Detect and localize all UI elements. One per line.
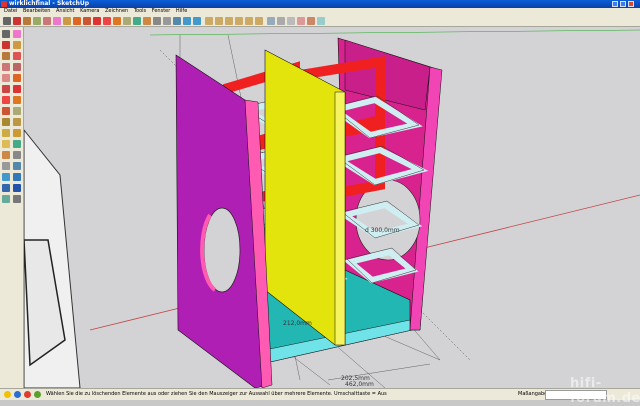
previous-view-icon[interactable]	[2, 173, 10, 181]
previous-view-icon[interactable]	[183, 17, 191, 25]
pan-icon[interactable]	[2, 151, 10, 159]
info-icon[interactable]	[4, 391, 11, 398]
push-pull-icon[interactable]	[73, 17, 81, 25]
pan-icon[interactable]	[143, 17, 151, 25]
next-view-icon[interactable]	[193, 17, 201, 25]
move-icon[interactable]	[13, 85, 21, 93]
move-icon[interactable]	[93, 17, 101, 25]
left-view-icon[interactable]	[255, 17, 263, 25]
zoom-extents-icon[interactable]	[13, 162, 21, 170]
menu-zeichnen[interactable]: Zeichnen	[105, 8, 128, 14]
polygon-icon[interactable]	[13, 63, 21, 71]
textured-icon[interactable]	[307, 17, 315, 25]
text-icon[interactable]	[2, 129, 10, 137]
follow-me-icon[interactable]	[2, 85, 10, 93]
top-view-icon[interactable]	[215, 17, 223, 25]
maximize-button[interactable]	[620, 1, 626, 7]
front-view-icon[interactable]	[225, 17, 233, 25]
select-tool-icon[interactable]	[3, 17, 11, 25]
rotate-icon[interactable]	[103, 17, 111, 25]
title-bar: wirklichfinal - SketchUp	[0, 0, 640, 8]
menu-kamera[interactable]: Kamera	[80, 8, 99, 14]
zoom-icon[interactable]	[13, 151, 21, 159]
scale-icon[interactable]	[13, 96, 21, 104]
menu-fenster[interactable]: Fenster	[152, 8, 171, 14]
right-view-icon[interactable]	[235, 17, 243, 25]
arc-icon[interactable]	[2, 63, 10, 71]
dimension-212: 212,0mm	[283, 320, 312, 327]
select-tool-icon[interactable]	[2, 30, 10, 38]
eraser-icon[interactable]	[13, 30, 21, 38]
main-toolbar	[0, 15, 640, 27]
wireframe-icon[interactable]	[277, 17, 285, 25]
push-pull-icon[interactable]	[13, 74, 21, 82]
monochrome-icon[interactable]	[317, 17, 325, 25]
eraser-icon[interactable]	[53, 17, 61, 25]
menu-ansicht[interactable]: Ansicht	[56, 8, 74, 14]
menu-bearbeiten[interactable]: Bearbeiten	[23, 8, 50, 14]
offset-icon[interactable]	[2, 107, 10, 115]
hidden-line-icon[interactable]	[287, 17, 295, 25]
drawing-viewport[interactable]: d 300,0mm 212,0mm 202,5mm 462,0mm	[24, 27, 640, 388]
zoom-window-icon[interactable]	[2, 162, 10, 170]
paint-bucket-icon[interactable]	[13, 41, 21, 49]
paint-bucket-icon[interactable]	[63, 17, 71, 25]
pencil-icon[interactable]	[13, 17, 21, 25]
help-icon[interactable]	[34, 391, 41, 398]
credits-icon[interactable]	[24, 391, 31, 398]
look-around-icon[interactable]	[2, 184, 10, 192]
section-plane-icon[interactable]	[2, 195, 10, 203]
orbit-icon[interactable]	[133, 17, 141, 25]
left-tool-palette	[0, 27, 24, 388]
orbit-icon[interactable]	[13, 140, 21, 148]
circle-icon[interactable]	[33, 17, 41, 25]
rectangle-icon[interactable]	[23, 17, 31, 25]
center-divider-edge	[334, 91, 346, 346]
zoom-window-icon[interactable]	[163, 17, 171, 25]
xray-icon[interactable]	[267, 17, 275, 25]
close-button[interactable]	[628, 1, 634, 7]
position-camera-icon[interactable]	[13, 184, 21, 192]
3d-text-icon[interactable]	[2, 140, 10, 148]
pencil-icon[interactable]	[2, 41, 10, 49]
menu-datei[interactable]: Datei	[4, 8, 17, 14]
dimension-icon[interactable]	[2, 118, 10, 126]
walk-icon[interactable]	[13, 173, 21, 181]
menu-bar: Datei Bearbeiten Ansicht Kamera Zeichnen…	[0, 8, 640, 15]
zoom-extents-icon[interactable]	[173, 17, 181, 25]
menu-hilfe[interactable]: Hilfe	[176, 8, 187, 14]
arc-icon[interactable]	[43, 17, 51, 25]
tape-measure-icon[interactable]	[123, 17, 131, 25]
tape-measure-icon[interactable]	[13, 107, 21, 115]
axes-icon[interactable]	[13, 129, 21, 137]
shaded-icon[interactable]	[297, 17, 305, 25]
rotate-icon[interactable]	[2, 96, 10, 104]
rectangle-icon[interactable]	[2, 52, 10, 60]
iso-view-icon[interactable]	[205, 17, 213, 25]
window-title: wirklichfinal - SketchUp	[9, 0, 90, 7]
status-hint-text: Wählen Sie die zu löschenden Elemente au…	[46, 391, 387, 397]
sketchup-app-icon	[1, 1, 7, 7]
minimize-button[interactable]	[612, 1, 618, 7]
watermark: hifi-forum.de	[570, 376, 640, 406]
offset-icon[interactable]	[83, 17, 91, 25]
geo-location-icon[interactable]	[14, 391, 21, 398]
circle-icon[interactable]	[13, 52, 21, 60]
scale-icon[interactable]	[113, 17, 121, 25]
dimension-d300: d 300,0mm	[365, 227, 400, 234]
menu-tools[interactable]: Tools	[134, 8, 146, 14]
footprint-icon[interactable]	[13, 195, 21, 203]
status-bar: Wählen Sie die zu löschenden Elemente au…	[0, 388, 640, 400]
zoom-icon[interactable]	[153, 17, 161, 25]
dimension-462: 462,0mm	[345, 381, 374, 388]
axis-guide-line	[149, 29, 640, 36]
freehand-icon[interactable]	[2, 74, 10, 82]
back-view-icon[interactable]	[245, 17, 253, 25]
protractor-icon[interactable]	[13, 118, 21, 126]
